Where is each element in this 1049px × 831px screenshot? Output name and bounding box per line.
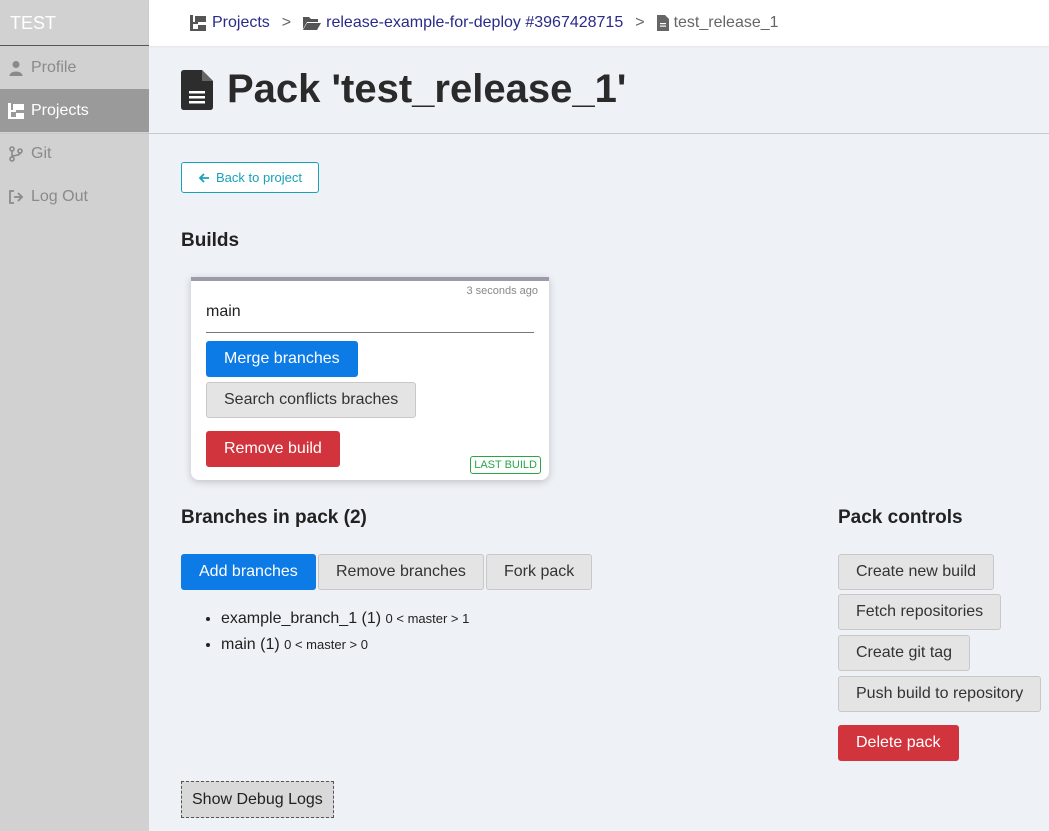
sidebar-item-label: Git <box>31 144 52 162</box>
sidebar-item-git[interactable]: Git <box>0 132 149 175</box>
git-branch-icon <box>9 145 23 162</box>
build-branch: main <box>206 303 534 333</box>
show-debug-logs-button[interactable]: Show Debug Logs <box>181 781 334 818</box>
sidebar-item-label: Log Out <box>31 187 88 205</box>
breadcrumb-separator: > <box>635 14 645 31</box>
push-build-button[interactable]: Push build to repository <box>838 676 1042 712</box>
file-icon <box>181 69 213 110</box>
remove-build-button[interactable]: Remove build <box>206 431 340 467</box>
branches-heading: Branches in pack (2) <box>181 507 367 528</box>
create-git-tag-button[interactable]: Create git tag <box>838 635 971 671</box>
add-branches-button[interactable]: Add branches <box>181 554 316 590</box>
fork-pack-button[interactable]: Fork pack <box>486 554 593 590</box>
builds-heading: Builds <box>181 230 240 251</box>
list-item: main (1) 0 < master > 0 <box>221 634 469 660</box>
file-icon <box>656 15 669 31</box>
brand-title: TEST <box>0 0 149 46</box>
sidebar-item-logout[interactable]: Log Out <box>0 175 149 218</box>
pack-controls-heading: Pack controls <box>838 507 963 528</box>
back-to-project-button[interactable]: Back to project <box>181 162 319 193</box>
last-build-badge: LAST BUILD <box>470 456 541 474</box>
merge-branches-button[interactable]: Merge branches <box>206 341 358 377</box>
breadcrumb-projects-label: Projects <box>212 14 270 31</box>
folder-open-icon <box>303 17 322 30</box>
build-time: 3 seconds ago <box>466 285 538 297</box>
list-item: example_branch_1 (1) 0 < master > 1 <box>221 608 469 634</box>
branch-meta: 0 < master > 1 <box>385 611 470 626</box>
page-title: Pack 'test_release_1' <box>227 67 627 111</box>
arrow-left-icon <box>198 172 209 183</box>
branch-list: example_branch_1 (1) 0 < master > 1 main… <box>181 608 469 660</box>
breadcrumb-pack-label: test_release_1 <box>673 14 779 31</box>
projects-icon <box>190 15 206 31</box>
breadcrumb-project-label: release-example-for-deploy #3967428715 <box>326 14 624 31</box>
remove-branches-button[interactable]: Remove branches <box>318 554 484 590</box>
breadcrumb: Projects > release-example-for-deploy #3… <box>149 0 1049 46</box>
build-card: 3 seconds ago main Merge branches Search… <box>191 277 549 480</box>
breadcrumb-pack: test_release_1 <box>656 14 779 32</box>
breadcrumb-project[interactable]: release-example-for-deploy #3967428715 <box>303 14 623 32</box>
back-to-project-label: Back to project <box>216 170 302 185</box>
create-new-build-button[interactable]: Create new build <box>838 554 995 590</box>
search-conflicts-button[interactable]: Search conflicts braches <box>206 382 417 418</box>
page-header: Pack 'test_release_1' <box>0 46 1049 134</box>
logout-icon <box>9 189 24 204</box>
main-content: Pack 'test_release_1' Back to project Bu… <box>0 46 1049 818</box>
branch-meta: 0 < master > 0 <box>284 637 368 652</box>
branch-name: example_branch_1 (1) <box>221 610 382 627</box>
breadcrumb-separator: > <box>281 14 292 31</box>
delete-pack-button[interactable]: Delete pack <box>838 725 959 761</box>
fetch-repositories-button[interactable]: Fetch repositories <box>838 594 1002 630</box>
branch-name: main (1) <box>221 636 280 653</box>
breadcrumb-projects[interactable]: Projects <box>189 14 270 32</box>
